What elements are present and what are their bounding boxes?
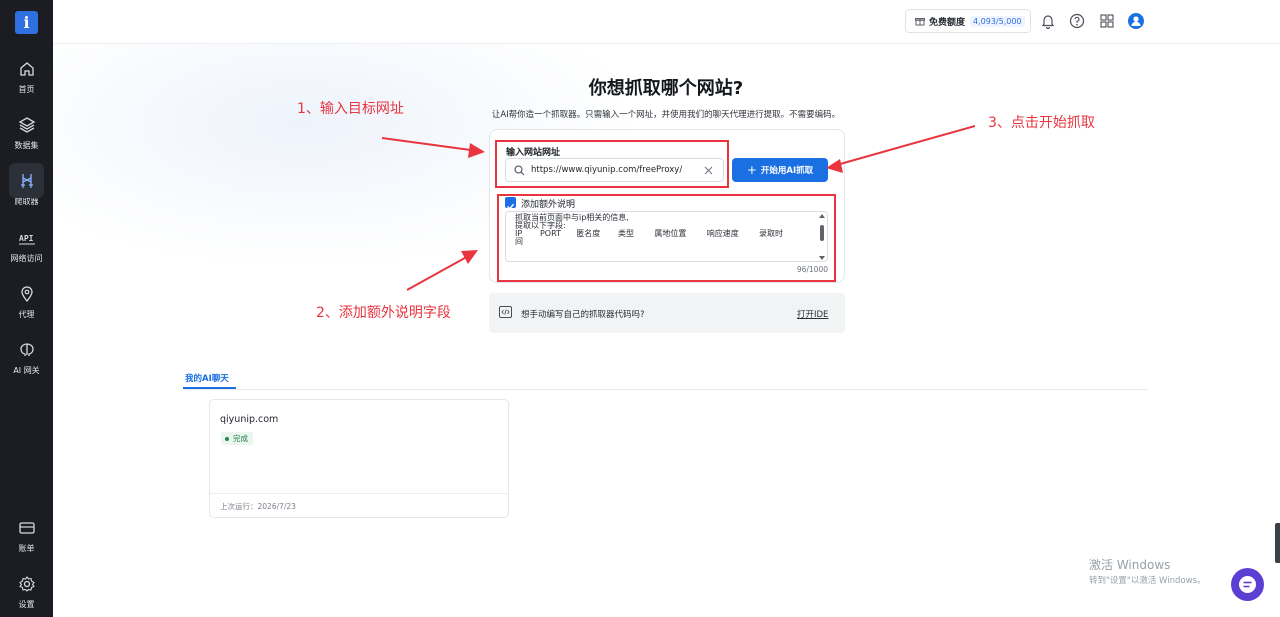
annotation-step1: 1、输入目标网址	[297, 101, 404, 117]
topbar: 免费额度 4,093/5,000	[53, 0, 1280, 44]
api-icon: API	[18, 234, 35, 245]
page-title: 你想抓取哪个网站?	[588, 78, 744, 99]
brain-icon	[19, 343, 34, 356]
credit-label: 免费额度	[929, 17, 966, 28]
code-icon	[499, 306, 512, 318]
chat-card-title: qiyunip.com	[220, 414, 279, 425]
svg-text:API: API	[19, 234, 34, 243]
gift-icon	[915, 18, 925, 26]
chat-last-run: 上次运行：2026/7/23	[220, 502, 296, 511]
annotation-step2: 2、添加额外说明字段	[316, 305, 451, 321]
extra-instructions-checkbox[interactable]	[505, 197, 516, 210]
wallet-icon	[18, 522, 35, 534]
start-ai-scrape-button[interactable]: + 开始用AI抓取	[732, 158, 828, 182]
sidebar-item-settings[interactable]: 设置	[0, 575, 53, 610]
location-pin-icon	[20, 286, 33, 303]
sidebar-item-ai-gateway[interactable]: AI 网关	[0, 341, 53, 376]
open-ide-link[interactable]: 打开IDE	[797, 308, 828, 320]
char-counter: 96/1000	[796, 265, 828, 274]
url-label: 输入网站网址	[506, 148, 561, 158]
extra-instructions-label: 添加额外说明	[521, 200, 576, 210]
search-icon	[514, 164, 525, 175]
chat-card-divider	[210, 493, 508, 494]
textarea-line: 间	[515, 237, 523, 246]
user-avatar-icon[interactable]	[1128, 13, 1144, 29]
tabs-divider	[185, 389, 1148, 390]
sidebar-item-label: 代理	[18, 310, 35, 319]
scroll-up-arrow[interactable]	[819, 214, 825, 218]
sidebar-item-scrapers[interactable]: 爬取器	[0, 163, 53, 207]
sidebar-item-label: 设置	[18, 600, 35, 609]
status-badge: 完成	[221, 432, 253, 445]
sidebar-item-label: AI 网关	[13, 366, 40, 375]
ide-banner-text: 想手动编写自己的抓取器代码吗?	[521, 310, 645, 320]
chat-bubble-icon	[1239, 576, 1256, 593]
textarea-line: IP PORT 匿名度 类型 属地位置 响应速度 录取时	[515, 229, 784, 238]
scroll-thumb[interactable]	[820, 225, 824, 241]
status-badge-label: 完成	[233, 434, 248, 443]
close-icon[interactable]	[704, 166, 713, 175]
sidebar-item-billing[interactable]: 账单	[0, 519, 53, 554]
windows-activation-subtitle: 转到"设置"以激活 Windows。	[1089, 576, 1206, 586]
tab-my-ai-chats[interactable]: 我的AI聊天	[185, 372, 229, 384]
sidebar-item-label: 数据集	[14, 141, 39, 150]
side-panel-handle[interactable]	[1275, 523, 1280, 563]
sidebar-item-label: 网络访问	[10, 254, 43, 263]
start-button-label: 开始用AI抓取	[760, 166, 814, 176]
annotation-step3: 3、点击开始抓取	[988, 115, 1095, 131]
windows-activation-title: 激活 Windows	[1089, 558, 1171, 572]
status-dot-icon	[225, 436, 229, 441]
url-input-value: https://www.qiyunip.com/freeProxy/	[531, 165, 683, 175]
help-icon[interactable]	[1069, 13, 1085, 29]
app-logo[interactable]: i	[15, 11, 38, 34]
free-credit-pill[interactable]: 免费额度 4,093/5,000	[905, 9, 1031, 33]
url-input[interactable]: https://www.qiyunip.com/freeProxy/	[505, 158, 724, 182]
extra-instructions-textarea[interactable]: 抓取当前页面中与ip相关的信息, 提取以下字段: IP PORT 匿名度 类型 …	[505, 211, 828, 262]
scroll-down-arrow[interactable]	[819, 256, 825, 260]
sidebar-item-label: 账单	[18, 544, 35, 553]
scraper-icon	[20, 174, 33, 188]
textarea-scrollbar[interactable]	[819, 214, 825, 261]
credit-value: 4,093/5,000	[970, 15, 1025, 27]
sidebar-item-proxy[interactable]: 代理	[0, 285, 53, 320]
gear-icon	[18, 576, 35, 592]
plus-icon: +	[746, 163, 757, 177]
bell-icon[interactable]	[1040, 13, 1056, 29]
sidebar-item-api[interactable]: API 网络访问	[0, 229, 53, 264]
support-chat-button[interactable]	[1231, 568, 1264, 601]
sidebar-item-datasets[interactable]: 数据集	[0, 116, 53, 151]
apps-grid-icon[interactable]	[1099, 13, 1115, 29]
